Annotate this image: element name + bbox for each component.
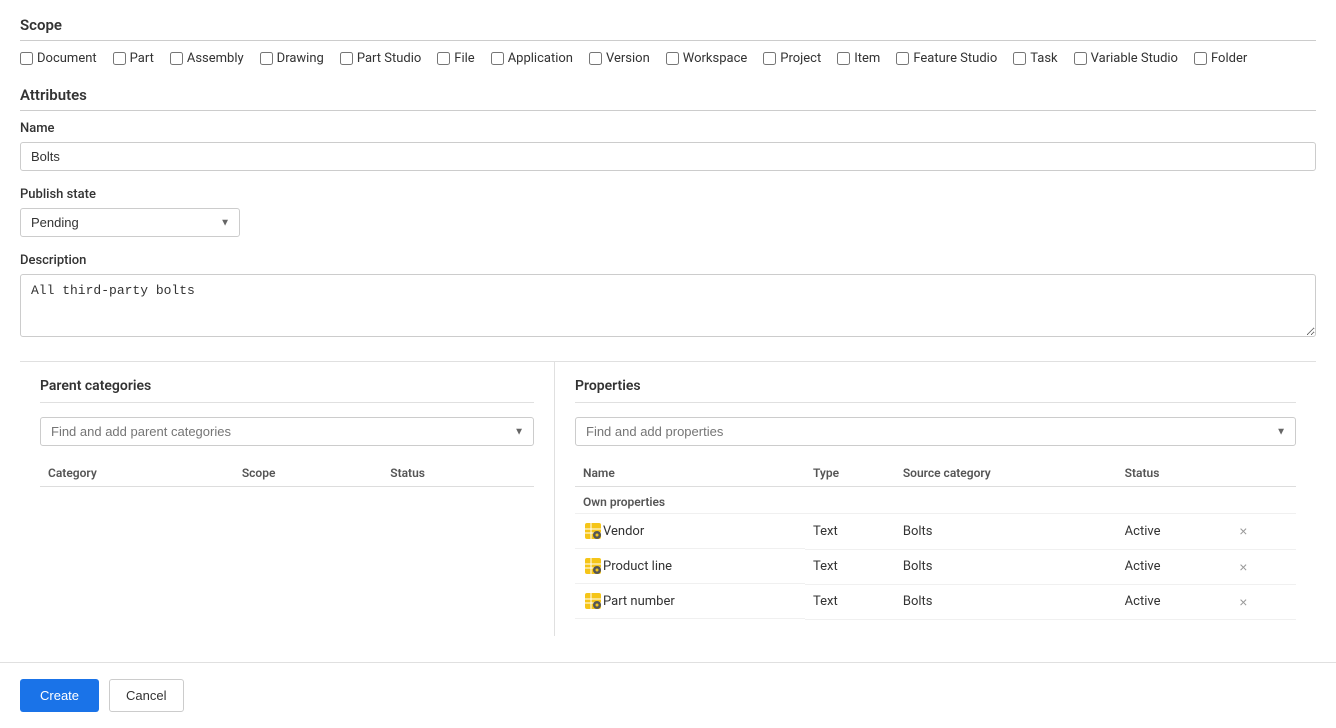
checkbox-cb-drawing[interactable]	[260, 52, 273, 65]
scope-checkbox-cb-workspace[interactable]: Workspace	[666, 51, 748, 66]
prop-action-cell: ×	[1227, 514, 1296, 550]
checkbox-cb-featurestudio[interactable]	[896, 52, 909, 65]
remove-property-button[interactable]: ×	[1235, 593, 1251, 611]
footer-buttons: Create Cancel	[0, 662, 1336, 728]
publish-state-wrapper: PendingActiveInactive ▼	[20, 208, 240, 237]
property-icon	[583, 521, 603, 541]
parent-categories-title: Parent categories	[40, 378, 534, 403]
scope-title: Scope	[20, 16, 1316, 41]
prop-name-cell: Part number	[575, 584, 805, 619]
name-input[interactable]	[20, 142, 1316, 171]
parent-categories-search-input[interactable]	[40, 417, 534, 446]
properties-panel: Properties ▼ Name Type Source category S…	[555, 362, 1316, 636]
name-field-group: Name	[20, 121, 1316, 171]
col-scope: Scope	[234, 460, 382, 487]
name-label: Name	[20, 121, 1316, 136]
prop-action-cell: ×	[1227, 549, 1296, 584]
remove-property-button[interactable]: ×	[1235, 558, 1251, 576]
scope-section: Scope Document Part Assembly Drawing Part St…	[20, 16, 1316, 66]
scope-checkbox-cb-part[interactable]: Part	[113, 51, 154, 66]
scope-checkbox-cb-item[interactable]: Item	[837, 51, 880, 66]
parent-categories-header-row: Category Scope Status	[40, 460, 534, 487]
properties-table: Name Type Source category Status Own pro…	[575, 460, 1296, 620]
prop-status-cell: Active	[1117, 514, 1228, 550]
checkbox-cb-file[interactable]	[437, 52, 450, 65]
scope-checkbox-cb-file[interactable]: File	[437, 51, 474, 66]
properties-body: Own propertiesVendorTextBoltsActive×Prod…	[575, 487, 1296, 620]
property-icon	[583, 591, 603, 611]
prop-col-name: Name	[575, 460, 805, 487]
scope-checkbox-cb-project[interactable]: Project	[763, 51, 821, 66]
prop-name-cell: Product line	[575, 549, 805, 584]
table-row: VendorTextBoltsActive ×	[575, 514, 1296, 550]
prop-status-cell: Active	[1117, 549, 1228, 584]
own-properties-label: Own properties	[575, 487, 1296, 514]
create-button[interactable]: Create	[20, 679, 99, 712]
description-label: Description	[20, 253, 1316, 268]
publish-state-label: Publish state	[20, 187, 1316, 202]
scope-checkbox-cb-version[interactable]: Version	[589, 51, 650, 66]
checkbox-cb-folder[interactable]	[1194, 52, 1207, 65]
prop-col-actions	[1227, 460, 1296, 487]
parent-categories-search-wrapper: ▼	[40, 417, 534, 446]
prop-type-cell: Text	[805, 514, 895, 550]
checkbox-cb-application[interactable]	[491, 52, 504, 65]
checkbox-cb-part[interactable]	[113, 52, 126, 65]
two-col-section: Parent categories ▼ Category Scope Statu…	[20, 361, 1316, 636]
table-row: Part numberTextBoltsActive ×	[575, 584, 1296, 619]
scope-checkbox-cb-variablestudio[interactable]: Variable Studio	[1074, 51, 1178, 66]
checkbox-cb-workspace[interactable]	[666, 52, 679, 65]
parent-categories-table: Category Scope Status	[40, 460, 534, 487]
prop-source-cell: Bolts	[895, 514, 1117, 550]
properties-search-wrapper: ▼	[575, 417, 1296, 446]
prop-name-cell: Vendor	[575, 514, 805, 549]
checkbox-cb-project[interactable]	[763, 52, 776, 65]
publish-state-field-group: Publish state PendingActiveInactive ▼	[20, 187, 1316, 237]
attributes-section: Attributes Name Publish state PendingAct…	[20, 86, 1316, 341]
prop-source-cell: Bolts	[895, 584, 1117, 619]
scope-checkbox-cb-document[interactable]: Document	[20, 51, 97, 66]
prop-type-cell: Text	[805, 584, 895, 619]
checkbox-cb-assembly[interactable]	[170, 52, 183, 65]
scope-checkbox-cb-folder[interactable]: Folder	[1194, 51, 1247, 66]
checkbox-cb-document[interactable]	[20, 52, 33, 65]
prop-col-status: Status	[1117, 460, 1228, 487]
cancel-button[interactable]: Cancel	[109, 679, 183, 712]
properties-title: Properties	[575, 378, 1296, 403]
property-icon	[583, 556, 603, 576]
scope-checkbox-cb-partstudio[interactable]: Part Studio	[340, 51, 421, 66]
properties-search-input[interactable]	[575, 417, 1296, 446]
table-row: Product lineTextBoltsActive ×	[575, 549, 1296, 584]
col-status: Status	[382, 460, 534, 487]
checkbox-cb-task[interactable]	[1013, 52, 1026, 65]
parent-categories-panel: Parent categories ▼ Category Scope Statu…	[20, 362, 555, 636]
remove-property-button[interactable]: ×	[1235, 522, 1251, 540]
prop-source-cell: Bolts	[895, 549, 1117, 584]
col-category: Category	[40, 460, 234, 487]
scope-checkbox-cb-application[interactable]: Application	[491, 51, 573, 66]
prop-col-type: Type	[805, 460, 895, 487]
scope-checkboxes: Document Part Assembly Drawing Part Studio Fi…	[20, 51, 1316, 66]
properties-group-row: Own properties	[575, 487, 1296, 514]
attributes-title: Attributes	[20, 86, 1316, 111]
checkbox-cb-version[interactable]	[589, 52, 602, 65]
checkbox-cb-variablestudio[interactable]	[1074, 52, 1087, 65]
properties-header-row: Name Type Source category Status	[575, 460, 1296, 487]
prop-status-cell: Active	[1117, 584, 1228, 619]
prop-action-cell: ×	[1227, 584, 1296, 619]
prop-type-cell: Text	[805, 549, 895, 584]
prop-col-source: Source category	[895, 460, 1117, 487]
description-input[interactable]	[20, 274, 1316, 337]
scope-checkbox-cb-task[interactable]: Task	[1013, 51, 1057, 66]
scope-checkbox-cb-drawing[interactable]: Drawing	[260, 51, 324, 66]
publish-state-select[interactable]: PendingActiveInactive	[20, 208, 240, 237]
checkbox-cb-partstudio[interactable]	[340, 52, 353, 65]
scope-checkbox-cb-assembly[interactable]: Assembly	[170, 51, 244, 66]
checkbox-cb-item[interactable]	[837, 52, 850, 65]
description-field-group: Description	[20, 253, 1316, 341]
scope-checkbox-cb-featurestudio[interactable]: Feature Studio	[896, 51, 997, 66]
